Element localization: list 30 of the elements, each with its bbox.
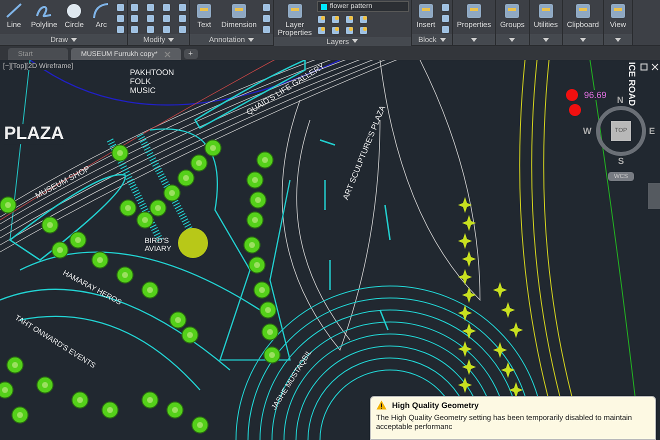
caret-icon <box>352 39 358 44</box>
caret-icon <box>509 38 516 42</box>
small-tool-icon[interactable] <box>344 15 354 24</box>
small-tool-icon[interactable] <box>330 15 340 24</box>
caret-icon <box>70 38 77 42</box>
caret-icon <box>470 38 477 42</box>
caret-icon <box>580 38 586 42</box>
notification-title: High Quality Geometry <box>392 400 479 410</box>
caret-icon <box>614 38 621 42</box>
coordinate-readout: 96.69 <box>584 90 607 100</box>
caret-icon <box>248 38 254 42</box>
small-tool-icon[interactable] <box>358 15 368 24</box>
caret-icon <box>542 38 549 42</box>
small-tool-icon[interactable] <box>316 26 326 35</box>
compass-letter[interactable]: S <box>618 156 624 166</box>
caret-icon <box>168 38 174 42</box>
drawing-label: PLAZA <box>4 124 64 144</box>
small-tool-icon[interactable] <box>316 15 326 24</box>
drawing-label: ICE ROAD <box>626 62 636 106</box>
drawing-label: PAKHTOON FOLK MUSIC <box>130 68 174 96</box>
new-tab-button[interactable]: + <box>184 49 198 59</box>
warning-icon <box>376 400 387 410</box>
small-tool-icon[interactable] <box>344 26 354 35</box>
compass-letter[interactable]: W <box>583 126 592 136</box>
small-tool-icon[interactable] <box>330 26 340 35</box>
compass-letter[interactable]: N <box>617 95 624 105</box>
small-tool-icon[interactable] <box>358 26 368 35</box>
window-controls-icon[interactable] <box>640 63 660 71</box>
compass-letter[interactable]: E <box>649 126 656 136</box>
caret-icon <box>440 38 446 42</box>
